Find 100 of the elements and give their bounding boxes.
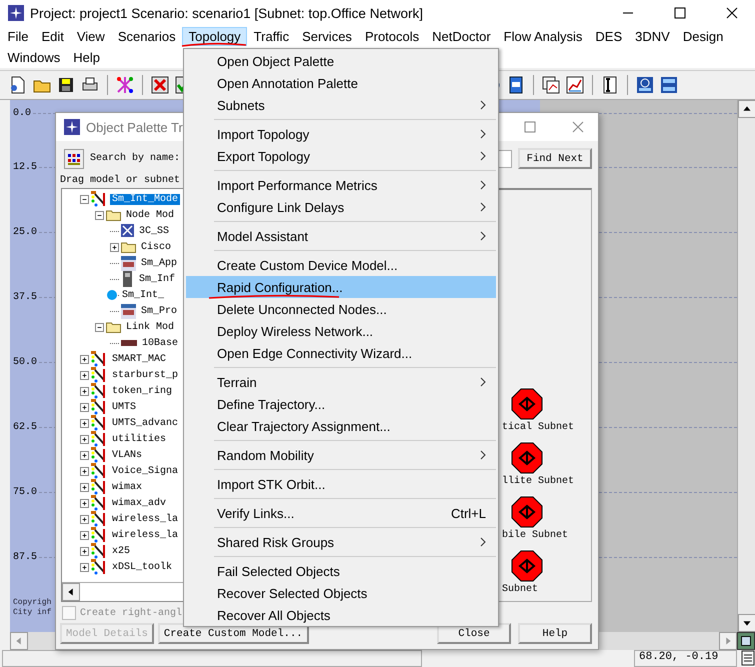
expand-icon[interactable]: [80, 562, 89, 572]
menu-item[interactable]: DES: [588, 27, 629, 46]
scroll-up-icon[interactable]: [738, 100, 755, 118]
expand-icon[interactable]: [80, 546, 89, 556]
menu-item[interactable]: 3DNV: [628, 27, 676, 46]
menu-item[interactable]: Open Edge Connectivity Wizard...: [186, 342, 496, 364]
menu-item[interactable]: Fail Selected Objects: [186, 560, 496, 582]
tree-item[interactable]: SMART_MAC: [110, 354, 168, 364]
tree-item[interactable]: 3C_SS: [137, 226, 172, 236]
document-icon[interactable]: [741, 650, 755, 666]
navigator-icon[interactable]: [737, 632, 755, 650]
menu-item[interactable]: Configure Link Delays: [186, 196, 496, 218]
expand-icon[interactable]: [80, 530, 89, 540]
tree-item[interactable]: wimax_adv: [110, 498, 168, 508]
expand-icon[interactable]: [110, 242, 119, 252]
tree-item[interactable]: x25: [110, 546, 132, 556]
menu-item[interactable]: Help: [66, 48, 106, 67]
menu-item[interactable]: Windows: [1, 48, 67, 67]
collapse-icon[interactable]: [95, 322, 104, 332]
subnet-icon[interactable]: [511, 496, 543, 528]
vertical-scrollbar[interactable]: [737, 100, 755, 632]
expand-icon[interactable]: [80, 370, 89, 380]
menu-item[interactable]: Random Mobility: [186, 444, 496, 466]
tree-item[interactable]: Voice_Signa: [110, 466, 180, 476]
scroll-left-icon[interactable]: [62, 583, 80, 601]
menu-item[interactable]: Services: [296, 27, 358, 46]
menu-item[interactable]: Import STK Orbit...: [186, 473, 496, 495]
expand-icon[interactable]: [80, 418, 89, 428]
tree-item[interactable]: Sm_Int_: [120, 290, 166, 300]
tree-item[interactable]: wireless_la: [110, 530, 180, 540]
network-icon[interactable]: [635, 75, 655, 95]
expand-icon[interactable]: [80, 498, 89, 508]
tree-item[interactable]: Sm_Pro: [139, 306, 180, 316]
menu-item[interactable]: Open Annotation Palette: [186, 72, 496, 94]
tree-item[interactable]: Node Mod: [124, 210, 176, 220]
tree-item[interactable]: Sm_Int_Mode: [110, 194, 180, 204]
menu-item[interactable]: Topology: [182, 27, 248, 46]
save-icon[interactable]: [56, 75, 76, 95]
tree-item[interactable]: utilities: [110, 434, 168, 444]
network-icon[interactable]: [659, 75, 679, 95]
tree-item[interactable]: Cisco: [139, 242, 174, 252]
menu-item[interactable]: Subnets: [186, 94, 496, 116]
expand-icon[interactable]: [80, 386, 89, 396]
scroll-down-icon[interactable]: [738, 614, 755, 632]
menu-item[interactable]: Recover All Objects: [186, 604, 496, 626]
menu-item[interactable]: Define Trajectory...: [186, 393, 496, 415]
menu-item[interactable]: Shared Risk Groups: [186, 531, 496, 553]
menu-item[interactable]: Deploy Wireless Network...: [186, 320, 496, 342]
expand-icon[interactable]: [80, 450, 89, 460]
tree-item[interactable]: VLANs: [110, 450, 144, 460]
menu-item[interactable]: File: [1, 27, 35, 46]
menu-item[interactable]: Scenarios: [111, 27, 182, 46]
tree-item[interactable]: token_ring: [110, 386, 174, 396]
tree-item[interactable]: wimax: [110, 482, 144, 492]
tree-item[interactable]: UMTS: [110, 402, 138, 412]
expand-icon[interactable]: [80, 466, 89, 476]
grid-icon[interactable]: [64, 148, 84, 168]
menu-item[interactable]: NetDoctor: [426, 27, 498, 46]
tree-item[interactable]: UMTS_advanc: [110, 418, 180, 428]
delete-icon[interactable]: [150, 75, 170, 95]
chart-icon[interactable]: [565, 75, 585, 95]
menu-item[interactable]: Rapid Configuration...: [186, 276, 496, 298]
expand-icon[interactable]: [80, 514, 89, 524]
menu-item[interactable]: Edit: [34, 27, 70, 46]
menu-item[interactable]: Open Object Palette: [186, 50, 496, 72]
tree-item[interactable]: starburst_p: [110, 370, 180, 380]
tree-item[interactable]: Sm_App: [139, 258, 180, 268]
menu-item[interactable]: Model Assistant: [186, 225, 496, 247]
collapse-icon[interactable]: [95, 210, 104, 220]
expand-icon[interactable]: [80, 354, 89, 364]
menu-item[interactable]: View: [70, 27, 112, 46]
tree-item[interactable]: 10Base: [140, 338, 180, 348]
graph-icon[interactable]: [115, 75, 135, 95]
expand-icon[interactable]: [80, 482, 89, 492]
menu-item[interactable]: Clear Trajectory Assignment...: [186, 415, 496, 437]
subnet-icon[interactable]: [511, 442, 543, 474]
windows-icon[interactable]: [541, 75, 561, 95]
menu-item[interactable]: Flow Analysis: [497, 27, 589, 46]
find-next-button[interactable]: Find Next: [518, 148, 592, 169]
tree-item[interactable]: Sm_Inf: [137, 274, 178, 284]
tree-item[interactable]: Link Mod: [124, 322, 176, 332]
collapse-icon[interactable]: [80, 194, 89, 204]
dialog-button[interactable]: Help: [518, 623, 592, 644]
menu-item[interactable]: Import Topology: [186, 123, 496, 145]
expand-icon[interactable]: [80, 402, 89, 412]
tree-item[interactable]: xDSL_toolk: [110, 562, 174, 572]
subnet-icon[interactable]: [511, 550, 543, 582]
menu-item[interactable]: Protocols: [358, 27, 426, 46]
expand-icon[interactable]: [80, 434, 89, 444]
tree-item[interactable]: wireless_la: [110, 514, 180, 524]
menu-item[interactable]: Terrain: [186, 371, 496, 393]
menu-item[interactable]: Delete Unconnected Nodes...: [186, 298, 496, 320]
subnet-icon[interactable]: [511, 388, 543, 420]
menu-item[interactable]: Recover Selected Objects: [186, 582, 496, 604]
menu-item[interactable]: Import Performance Metrics: [186, 174, 496, 196]
menu-item[interactable]: Verify Links... Ctrl+L: [186, 502, 496, 524]
menu-item[interactable]: Traffic: [247, 27, 296, 46]
menu-item[interactable]: Design: [676, 27, 730, 46]
menu-item[interactable]: Export Topology: [186, 145, 496, 167]
menu-item[interactable]: Create Custom Device Model...: [186, 254, 496, 276]
